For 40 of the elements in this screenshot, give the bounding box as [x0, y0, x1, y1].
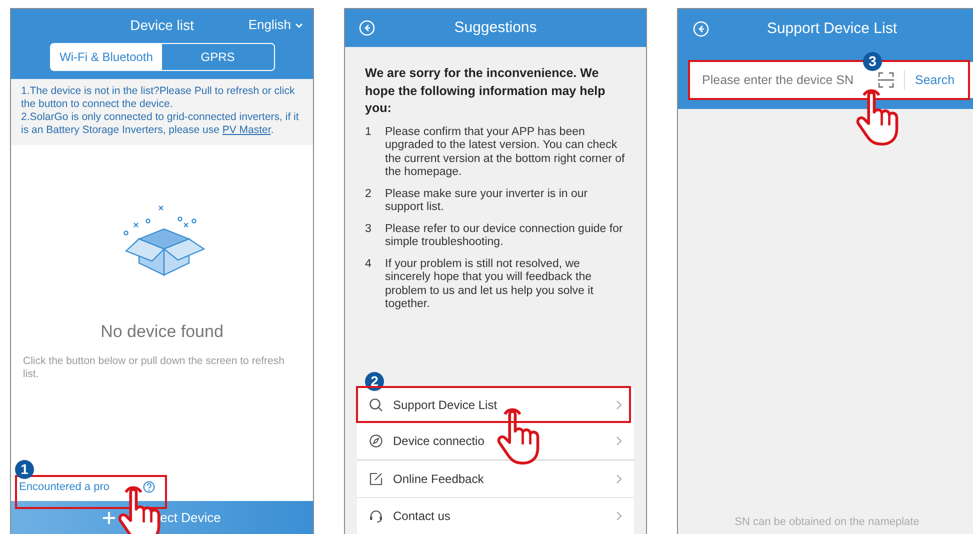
suggestion-text: Please refer to our device connection guide for simple troubleshooting. [385, 222, 624, 250]
step-number: 1 [15, 460, 34, 479]
search-icon [369, 398, 383, 412]
tab[interactable]: Wi-Fi & Bluetooth [50, 44, 162, 70]
empty-state-hint: Click the button below or pull down the screen to refresh list. [22, 354, 286, 380]
scan-icon[interactable] [878, 72, 894, 88]
screen-title: Device list [130, 16, 194, 34]
notice-text: 1.The device is not in the list?Please Pull to refresh or click the button to connect the device. [21, 85, 296, 111]
screen-title: Support Device List [766, 18, 898, 39]
menu-item[interactable]: Support Device List [357, 386, 634, 423]
footer-hint: SN can be obtained on the nameplate [734, 514, 920, 530]
list-number: 1 [365, 126, 372, 140]
list-number: 4 [365, 258, 372, 272]
search-button[interactable]: Search [915, 70, 955, 90]
list-number: 3 [365, 222, 372, 236]
suggestion-text: Please make sure your inverter is in our support list. [385, 188, 589, 214]
tab[interactable]: GPRS [162, 44, 274, 70]
back-icon[interactable] [693, 21, 709, 37]
suggestion-text: If your problem is still not resolved, we sincerely hope that you will feedback the problem to us and let us help you solve it together. [385, 258, 594, 312]
edit-icon [369, 472, 383, 486]
problem-link[interactable]: Encountered a pro [19, 478, 110, 496]
help-icon[interactable] [142, 481, 155, 493]
chevron-right-icon [616, 436, 622, 446]
screen-title: Suggestions [454, 18, 537, 38]
suggestion-text: Please confirm that your APP has been upgraded to the latest version. You can check the current version at the bottom right corner of the homepage. [385, 126, 626, 180]
menu-item[interactable]: Contact us [357, 497, 634, 534]
notice-text: 2.SolarGo is only connected to grid-connected inverters, if it is an Battery Storage Inverters, please use PV Master. [21, 111, 300, 137]
back-icon[interactable] [359, 20, 375, 36]
chevron-right-icon [616, 511, 622, 521]
pv-master-link[interactable]: PV Master [222, 124, 271, 136]
empty-state-title: No device found [100, 321, 224, 343]
intro-text: We are sorry for the inconvenience. We hope the following information may help you: [365, 65, 606, 117]
headset-icon [369, 509, 383, 523]
language-selector[interactable]: English [248, 15, 303, 35]
chevron-down-icon [295, 22, 303, 28]
compass-icon [369, 434, 383, 448]
chevron-right-icon [616, 474, 622, 484]
list-number: 2 [365, 188, 372, 202]
chevron-right-icon [616, 400, 622, 410]
plus-icon [103, 512, 116, 524]
